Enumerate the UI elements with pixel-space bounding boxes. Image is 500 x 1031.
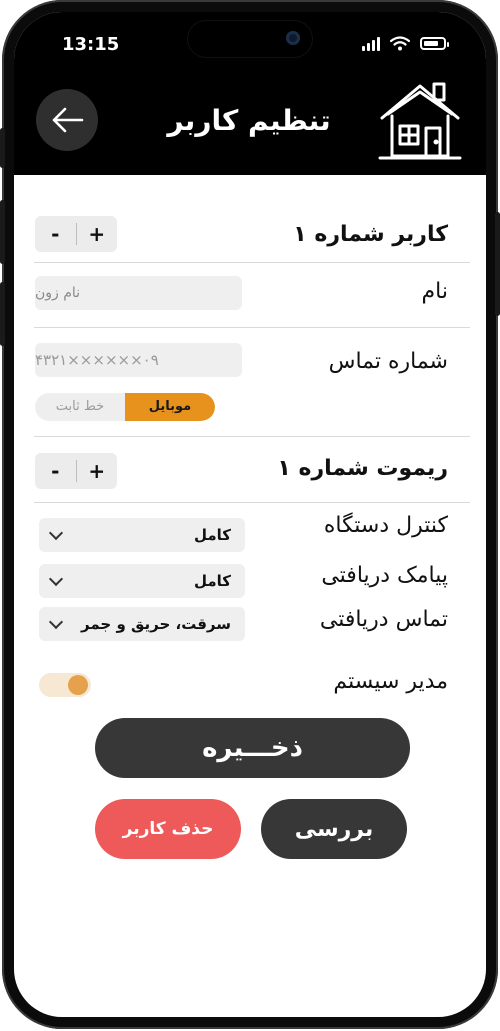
battery-icon [420, 37, 449, 50]
chevron-down-icon [48, 571, 64, 587]
user-number-label: کاربر شماره ۱ [293, 222, 448, 247]
phone-input[interactable]: ۰۹××××××۴۳۲۱ [35, 343, 242, 377]
power-button [495, 212, 500, 316]
user-stepper: - + [35, 216, 117, 252]
call-received-label: تماس دریافتی [319, 607, 448, 632]
save-button[interactable]: ذخـــیره [95, 718, 410, 778]
remote-number-label: ریموت شماره ۱ [277, 456, 448, 481]
divider [34, 327, 470, 328]
header-bar: 13:15 تنظیم کاربر [14, 12, 486, 175]
name-input[interactable]: نام زون [35, 276, 242, 310]
check-button[interactable]: بررسی [261, 799, 407, 859]
device-control-select[interactable]: کامل [39, 518, 245, 552]
call-received-select[interactable]: سرقت، حریق و جمر [39, 607, 245, 641]
name-label: نام [421, 279, 448, 304]
delete-user-button[interactable]: حذف کاربر [95, 799, 241, 859]
back-button[interactable] [36, 89, 98, 151]
wifi-icon [390, 36, 410, 51]
phone-label: شماره تماس [328, 349, 448, 374]
user-decrement-button[interactable]: - [35, 222, 76, 246]
toggle-knob [68, 675, 88, 695]
landline-option[interactable]: خط ثابت [35, 393, 125, 421]
mobile-option[interactable]: موبایل [125, 393, 215, 421]
phone-type-toggle: خط ثابت موبایل [35, 393, 215, 421]
device-control-value: کامل [193, 526, 231, 544]
house-icon [378, 82, 462, 160]
signal-icon [362, 36, 380, 51]
volume-down-button [0, 282, 5, 346]
dynamic-island [188, 21, 312, 57]
device-control-label: کنترل دستگاه [323, 513, 448, 538]
divider [34, 436, 470, 437]
page-title: تنظیم کاربر [167, 104, 331, 137]
sms-received-label: پیامک دریافتی [321, 563, 448, 588]
system-admin-toggle[interactable] [39, 673, 91, 697]
status-icons [362, 36, 449, 51]
remote-increment-button[interactable]: + [77, 459, 118, 483]
sms-received-select[interactable]: کامل [39, 564, 245, 598]
volume-up-button [0, 200, 5, 264]
divider [34, 262, 470, 263]
divider [34, 502, 470, 503]
status-time: 13:15 [62, 34, 120, 55]
call-received-value: سرقت، حریق و جمر [81, 615, 231, 633]
system-admin-label: مدیر سیستم [333, 669, 448, 694]
user-increment-button[interactable]: + [77, 222, 118, 246]
remote-decrement-button[interactable]: - [35, 459, 76, 483]
remote-stepper: - + [35, 453, 117, 489]
front-camera [286, 31, 300, 45]
action-button [0, 128, 5, 168]
screen: 13:15 تنظیم کاربر کاربر شماره ۱ - + نام … [14, 12, 486, 1017]
chevron-down-icon [48, 525, 64, 541]
sms-received-value: کامل [193, 572, 231, 590]
arrow-left-icon [52, 107, 84, 133]
chevron-down-icon [48, 614, 64, 630]
